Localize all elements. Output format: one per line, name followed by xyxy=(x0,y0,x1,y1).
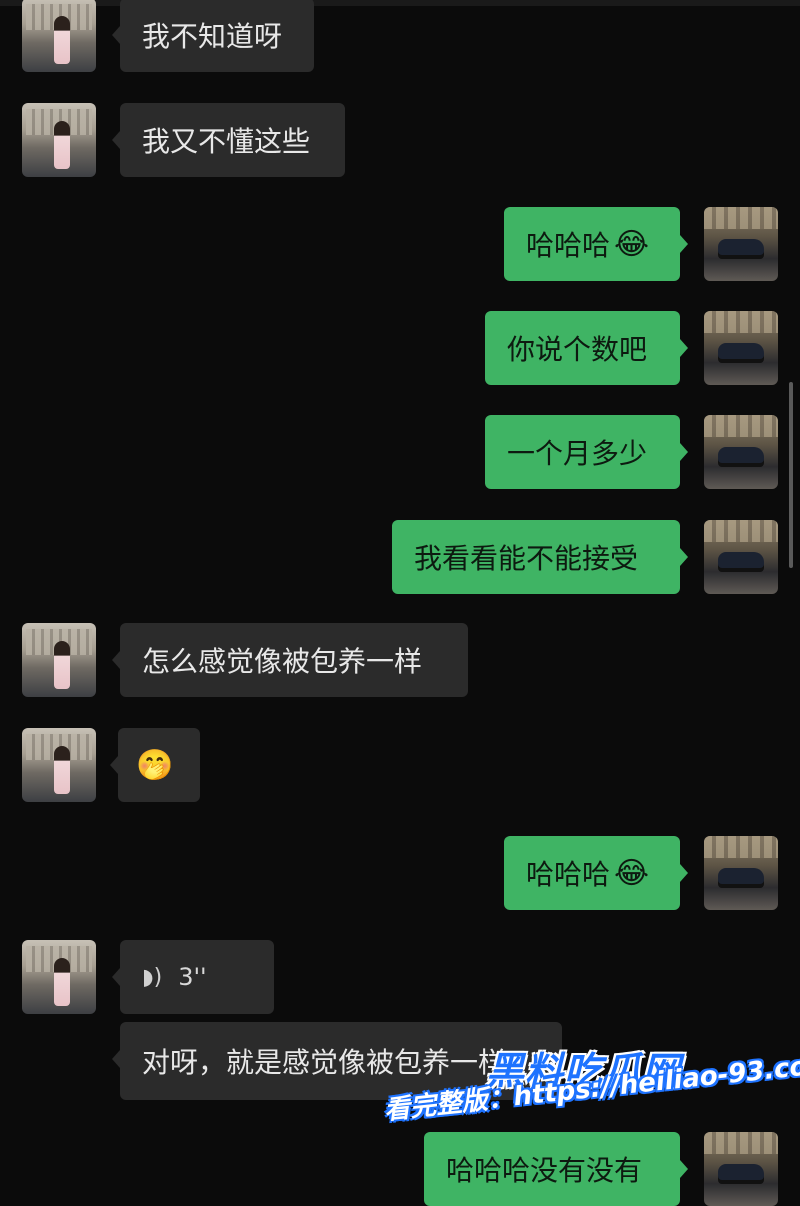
avatar[interactable] xyxy=(704,415,778,489)
scrollbar[interactable] xyxy=(789,382,793,568)
message-bubble-incoming[interactable]: 🤭 xyxy=(110,728,200,802)
avatar[interactable] xyxy=(704,836,778,910)
avatar[interactable] xyxy=(704,520,778,594)
message-text: 你说个数吧 xyxy=(507,333,648,366)
avatar[interactable] xyxy=(704,311,778,385)
avatar[interactable] xyxy=(22,0,96,72)
message-text: 哈哈哈 xyxy=(526,229,611,262)
hand-over-mouth-emoji-icon: 🤭 xyxy=(136,747,174,783)
message-bubble-outgoing[interactable]: 你说个数吧 xyxy=(485,311,688,385)
voice-message-bubble[interactable]: ◗) 3'' xyxy=(112,940,274,1014)
avatar[interactable] xyxy=(22,103,96,177)
message-bubble-incoming[interactable]: 怎么感觉像被包养一样 xyxy=(112,623,468,697)
message-text: 我不知道呀 xyxy=(142,20,283,53)
message-bubble-outgoing[interactable]: 哈哈哈 😂 xyxy=(504,207,688,281)
message-text: 一个月多少 xyxy=(507,437,648,470)
avatar[interactable] xyxy=(704,207,778,281)
message-bubble-outgoing[interactable]: 一个月多少 xyxy=(485,415,688,489)
avatar[interactable] xyxy=(22,940,96,1014)
avatar[interactable] xyxy=(22,728,96,802)
message-bubble-outgoing[interactable]: 哈哈哈 😂 xyxy=(504,836,688,910)
message-bubble-incoming[interactable]: 我又不懂这些 xyxy=(112,103,345,177)
message-text: 哈哈哈 xyxy=(526,858,611,891)
message-text: 我又不懂这些 xyxy=(142,125,311,158)
voice-wave-icon: ◗) xyxy=(142,964,163,990)
message-text: 我看看能不能接受 xyxy=(414,542,639,575)
avatar[interactable] xyxy=(704,1132,778,1206)
message-bubble-incoming[interactable]: 我不知道呀 xyxy=(112,0,314,72)
message-bubble-outgoing[interactable]: 哈哈哈没有没有 xyxy=(424,1132,688,1206)
message-text: 怎么感觉像被包养一样 xyxy=(142,645,423,678)
message-bubble-outgoing[interactable]: 我看看能不能接受 xyxy=(392,520,688,594)
laughing-tears-emoji-icon: 😂 xyxy=(614,226,650,262)
message-text: 对呀，就是感觉像被包养一样 xyxy=(142,1046,507,1079)
voice-duration: 3'' xyxy=(178,963,207,991)
laughing-tears-emoji-icon: 😂 xyxy=(614,855,650,891)
avatar[interactable] xyxy=(22,623,96,697)
message-text: 哈哈哈没有没有 xyxy=(446,1154,643,1187)
